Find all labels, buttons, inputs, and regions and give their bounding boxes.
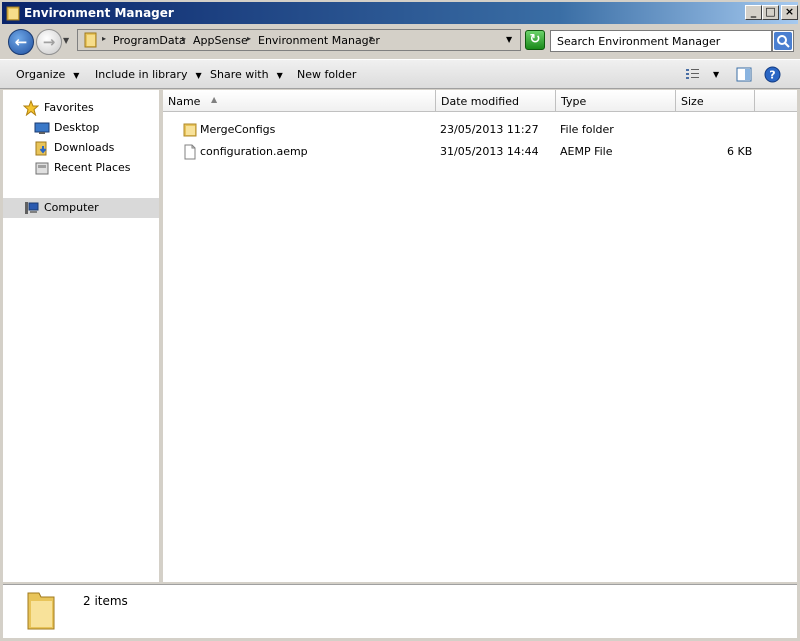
desktop-icon xyxy=(34,122,50,134)
recent-places-icon xyxy=(35,162,49,175)
breadcrumb-programdata[interactable]: ProgramData xyxy=(113,34,186,47)
history-dropdown-icon[interactable]: ▼ xyxy=(63,36,69,45)
chevron-down-icon: ▼ xyxy=(276,71,283,80)
preview-pane-icon[interactable] xyxy=(736,67,752,82)
file-name: configuration.aemp xyxy=(200,145,308,158)
file-size: 6 KB xyxy=(727,145,753,158)
file-name: MergeConfigs xyxy=(200,123,276,136)
refresh-button[interactable]: ↻ xyxy=(525,30,545,50)
breadcrumb-separator-icon[interactable]: ▾ xyxy=(369,34,373,43)
details-pane: 2 items xyxy=(3,584,797,638)
nav-label-recent-places: Recent Places xyxy=(54,161,131,174)
folder-icon xyxy=(27,592,55,630)
column-label-date-modified: Date modified xyxy=(441,95,519,108)
sort-ascending-icon: ▲ xyxy=(211,95,218,104)
table-row[interactable]: configuration.aemp 31/05/2013 14:44 AEMP… xyxy=(163,142,797,162)
close-button[interactable]: × xyxy=(781,5,798,20)
search-icon xyxy=(774,32,792,50)
column-label-name: Name xyxy=(168,95,201,108)
nav-item-favorites[interactable]: Favorites xyxy=(3,98,159,118)
minimize-button[interactable]: _ xyxy=(745,5,762,20)
maximize-button[interactable]: □ xyxy=(762,5,779,20)
chevron-down-icon: ▼ xyxy=(195,71,202,80)
share-with-button[interactable]: Share with ▼ xyxy=(210,68,283,81)
star-icon xyxy=(23,100,39,116)
column-header-date-modified[interactable]: Date modified xyxy=(436,90,556,112)
nav-label-downloads: Downloads xyxy=(54,141,115,154)
nav-item-computer[interactable]: Computer xyxy=(3,198,159,218)
view-dropdown-icon[interactable]: ▼ xyxy=(713,70,719,79)
downloads-icon xyxy=(35,141,47,156)
nav-item-recent-places[interactable]: Recent Places xyxy=(3,158,159,178)
back-button[interactable]: ← xyxy=(8,29,34,55)
view-options-icon[interactable] xyxy=(685,67,701,81)
nav-item-desktop[interactable]: Desktop xyxy=(3,118,159,138)
forward-button[interactable]: → xyxy=(36,29,62,55)
share-with-label: Share with xyxy=(210,68,269,81)
organize-label: Organize xyxy=(16,68,66,81)
refresh-icon: ↻ xyxy=(529,32,541,47)
file-list: Name ▲ Date modified Type Size MergeConf… xyxy=(163,90,797,582)
organize-button[interactable]: Organize ▼ xyxy=(16,68,79,81)
folder-icon xyxy=(6,6,20,21)
file-type: File folder xyxy=(560,123,614,136)
help-icon[interactable]: ? xyxy=(764,66,781,83)
table-row[interactable]: MergeConfigs 23/05/2013 11:27 File folde… xyxy=(163,120,797,140)
breadcrumb-separator-icon[interactable]: ▸ xyxy=(102,34,106,43)
breadcrumb-separator-icon[interactable]: ▸ xyxy=(182,34,186,43)
chevron-down-icon: ▼ xyxy=(73,71,80,80)
breadcrumb-separator-icon[interactable]: ▸ xyxy=(247,34,251,43)
file-date-modified: 23/05/2013 11:27 xyxy=(440,123,539,136)
computer-icon xyxy=(25,202,39,214)
nav-label-desktop: Desktop xyxy=(54,121,100,134)
breadcrumb-appsense[interactable]: AppSense xyxy=(193,34,248,47)
search-button[interactable] xyxy=(772,30,794,52)
column-header-spacer xyxy=(755,90,797,112)
folder-icon xyxy=(183,123,197,137)
navigation-pane: Favorites Desktop Downloads Recent Place… xyxy=(3,90,161,582)
address-dropdown-icon[interactable]: ▼ xyxy=(506,35,512,44)
folder-icon xyxy=(84,32,97,48)
file-icon xyxy=(184,144,196,160)
column-label-type: Type xyxy=(561,95,587,108)
forward-arrow-icon: → xyxy=(42,33,56,51)
file-type: AEMP File xyxy=(560,145,613,158)
include-in-library-button[interactable]: Include in library ▼ xyxy=(95,68,202,81)
nav-item-downloads[interactable]: Downloads xyxy=(3,138,159,158)
nav-label-favorites: Favorites xyxy=(44,101,94,114)
title-bar[interactable]: Environment Manager _ □ × xyxy=(0,0,800,24)
breadcrumb-environment-manager[interactable]: Environment Manager xyxy=(258,34,380,47)
column-header-name[interactable]: Name ▲ xyxy=(163,90,436,112)
back-arrow-icon: ← xyxy=(14,33,28,51)
search-input[interactable]: Search Environment Manager xyxy=(550,30,772,52)
new-folder-button[interactable]: New folder xyxy=(297,68,356,81)
file-date-modified: 31/05/2013 14:44 xyxy=(440,145,539,158)
column-label-size: Size xyxy=(681,95,704,108)
include-in-library-label: Include in library xyxy=(95,68,188,81)
column-header-type[interactable]: Type xyxy=(556,90,676,112)
window-title: Environment Manager xyxy=(24,6,174,20)
svg-text:?: ? xyxy=(769,69,775,82)
nav-label-computer: Computer xyxy=(44,201,99,214)
column-header-size[interactable]: Size xyxy=(676,90,755,112)
address-bar[interactable]: ▸ ProgramData ▸ AppSense ▸ Environment M… xyxy=(77,29,521,51)
item-count: 2 items xyxy=(83,594,128,608)
command-bar: Organize ▼ Include in library ▼ Share with… xyxy=(0,59,800,89)
search-placeholder: Search Environment Manager xyxy=(557,35,721,48)
